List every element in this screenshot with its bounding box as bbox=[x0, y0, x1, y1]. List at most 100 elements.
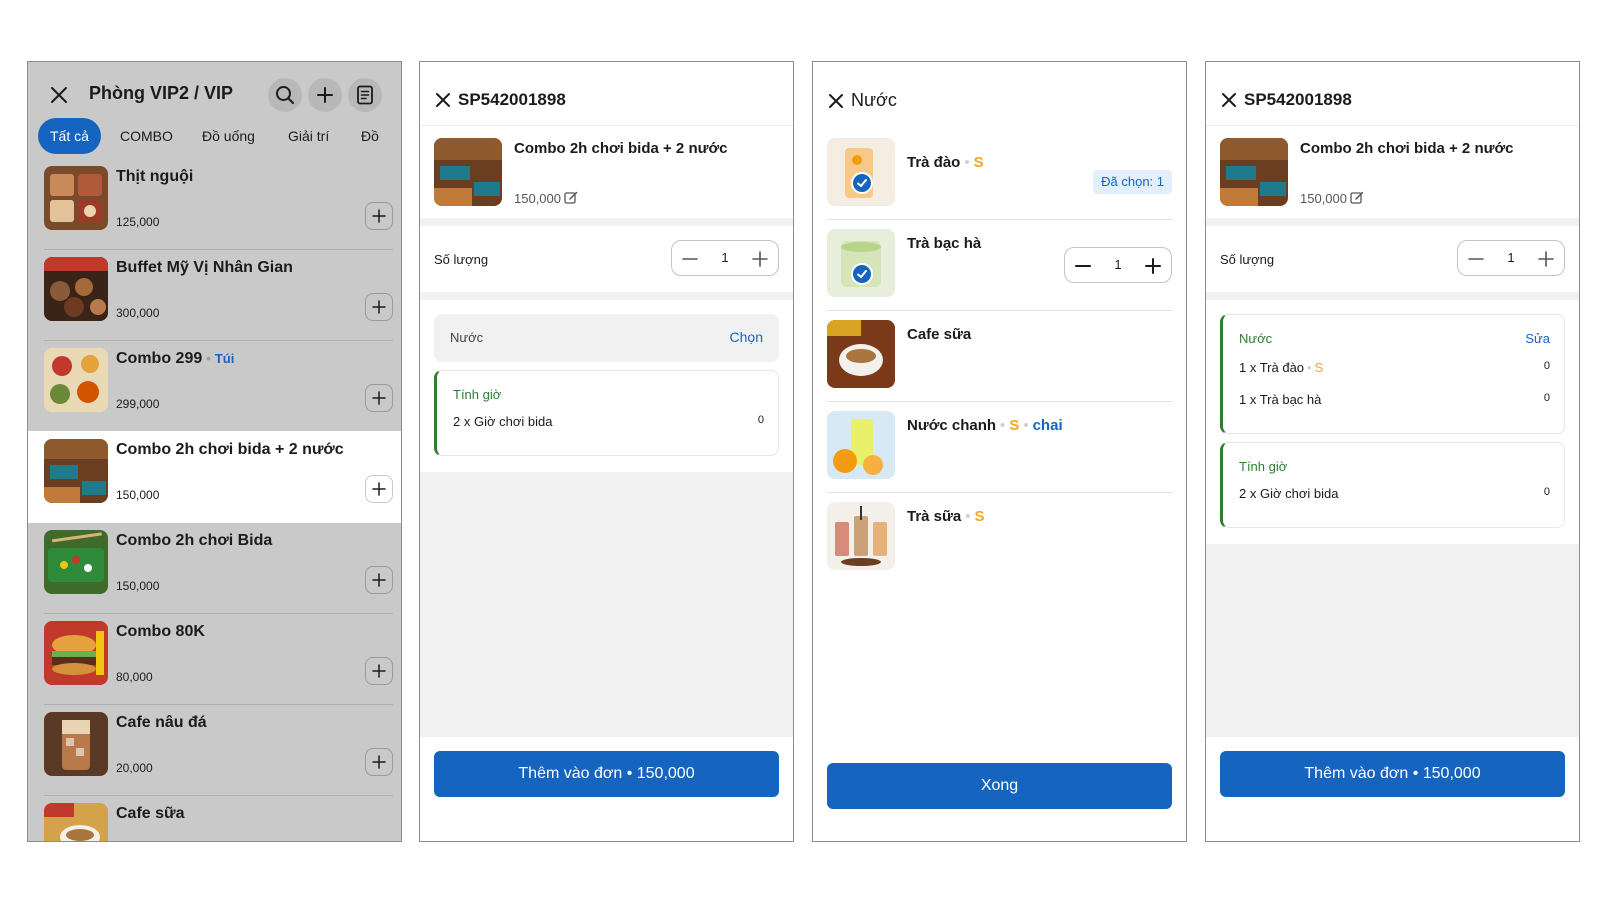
screen-combo-detail: SP542001898 Combo 2h chơi bida + 2 nước … bbox=[419, 61, 794, 842]
group-row: 2 x Giờ chơi bida 0 bbox=[1239, 486, 1550, 501]
group-title: Nước bbox=[450, 330, 484, 345]
product-item[interactable]: Cafe nâu đá 20,000 bbox=[28, 704, 401, 796]
product-price[interactable]: 150,000 bbox=[1300, 191, 1364, 206]
product-price: 80,000 bbox=[116, 670, 153, 684]
product-name: Combo 299 • Túi bbox=[116, 350, 235, 367]
product-name: Cafe nâu đá bbox=[116, 714, 207, 731]
product-name: Buffet Mỹ Vị Nhân Gian bbox=[116, 259, 293, 276]
product-code: SP542001898 bbox=[1244, 90, 1352, 109]
close-icon[interactable] bbox=[827, 92, 845, 110]
product-price: 150,000 bbox=[116, 488, 160, 502]
product-name: Cafe sữa bbox=[116, 805, 185, 822]
time-group-card: Tính giờ 2 x Giờ chơi bida 0 bbox=[434, 370, 779, 456]
product-price: 299,000 bbox=[116, 397, 160, 411]
add-item-button[interactable] bbox=[365, 202, 393, 230]
plus-icon[interactable] bbox=[750, 249, 770, 269]
drinks-title: Nước bbox=[851, 90, 897, 110]
product-item[interactable]: Combo 299 • Túi 299,000 bbox=[28, 340, 401, 432]
choose-button[interactable]: Chọn bbox=[730, 329, 763, 345]
product-item[interactable]: Thịt nguội 125,000 bbox=[28, 158, 401, 250]
screen-product-list: Phòng VIP2 / VIP Tất cả COMBO Đồ uống Gi… bbox=[27, 61, 402, 842]
close-icon[interactable] bbox=[48, 84, 70, 106]
drink-item[interactable]: Cafe sữa bbox=[813, 310, 1186, 402]
add-to-order-button[interactable]: Thêm vào đơn • 150,000 bbox=[1220, 751, 1565, 797]
drink-item[interactable]: Trà đào • S Đã chọn: 1 bbox=[813, 128, 1186, 220]
drinks-footer: Xong bbox=[813, 743, 1186, 841]
add-button[interactable] bbox=[308, 78, 342, 112]
plus-icon[interactable] bbox=[1536, 249, 1556, 269]
product-image bbox=[44, 803, 108, 841]
add-to-order-button[interactable]: Thêm vào đơn • 150,000 bbox=[434, 751, 779, 797]
section-gap bbox=[420, 292, 793, 300]
detail-footer: Thêm vào đơn • 150,000 bbox=[1206, 737, 1579, 841]
group-title: Tính giờ bbox=[453, 387, 502, 402]
row-value: 0 bbox=[1543, 392, 1550, 404]
add-item-button[interactable] bbox=[365, 293, 393, 321]
product-image bbox=[1220, 138, 1288, 206]
product-image bbox=[44, 166, 108, 230]
product-name: Combo 2h chơi bida + 2 nước bbox=[1300, 140, 1514, 157]
close-icon[interactable] bbox=[1220, 91, 1238, 109]
tab-food[interactable]: Đồ bbox=[361, 118, 379, 154]
drink-item[interactable]: Trà sữa • S bbox=[813, 492, 1186, 584]
plus-icon[interactable] bbox=[1143, 256, 1163, 276]
group-row: 1 x Trà bạc hà 0 bbox=[1239, 392, 1550, 407]
product-price: 300,000 bbox=[116, 306, 160, 320]
tab-drinks[interactable]: Đồ uống bbox=[202, 118, 255, 154]
done-button[interactable]: Xong bbox=[827, 763, 1172, 809]
product-price: 150,000 bbox=[116, 579, 160, 593]
add-item-button[interactable] bbox=[365, 657, 393, 685]
drink-name: Nước chanh • S • chai bbox=[907, 417, 1063, 434]
product-item[interactable]: Buffet Mỹ Vị Nhân Gian 300,000 bbox=[28, 249, 401, 341]
tab-entertainment[interactable]: Giải trí bbox=[288, 118, 329, 154]
plus-icon bbox=[372, 482, 386, 496]
product-code: SP542001898 bbox=[458, 90, 566, 109]
edit-button[interactable]: Sửa bbox=[1525, 331, 1550, 346]
edit-icon[interactable] bbox=[564, 191, 578, 205]
product-image bbox=[44, 712, 108, 776]
drink-name: Trà đào • S bbox=[907, 154, 984, 171]
product-summary: Combo 2h chơi bida + 2 nước 150,000 bbox=[1206, 126, 1579, 218]
combo-groups: Nước Sửa 1 x Trà đào • S 0 1 x Trà bạc hà … bbox=[1206, 300, 1579, 784]
add-item-button[interactable] bbox=[365, 384, 393, 412]
edit-icon[interactable] bbox=[1350, 191, 1364, 205]
section-gap bbox=[1206, 218, 1579, 226]
room-title: Phòng VIP2 / VIP bbox=[89, 83, 234, 103]
add-item-button[interactable] bbox=[365, 566, 393, 594]
drink-item[interactable]: Trà bạc hà 1 bbox=[813, 219, 1186, 311]
row-value: 0 bbox=[757, 414, 764, 426]
order-button[interactable] bbox=[348, 78, 382, 112]
drink-image bbox=[827, 502, 895, 570]
row-value: 0 bbox=[1543, 360, 1550, 372]
drink-item[interactable]: Nước chanh • S • chai bbox=[813, 401, 1186, 493]
plus-icon bbox=[372, 391, 386, 405]
close-icon[interactable] bbox=[434, 91, 452, 109]
add-item-button[interactable] bbox=[365, 748, 393, 776]
size-tag: S bbox=[1009, 417, 1020, 434]
tab-combo[interactable]: COMBO bbox=[120, 118, 173, 154]
product-item[interactable]: Combo 2h chơi bida + 2 nước 150,000 bbox=[28, 431, 401, 523]
product-image bbox=[44, 530, 108, 594]
product-item[interactable]: Combo 2h chơi Bida 150,000 bbox=[28, 522, 401, 614]
tab-all[interactable]: Tất cả bbox=[38, 118, 101, 154]
drink-group-header[interactable]: Nước Chọn bbox=[434, 314, 779, 362]
selected-badge: Đã chọn: 1 bbox=[1093, 170, 1172, 194]
product-name: Combo 80K bbox=[116, 623, 205, 640]
group-title: Tính giờ bbox=[1239, 459, 1288, 474]
product-item[interactable]: Combo 80K 80,000 bbox=[28, 613, 401, 705]
detail-footer: Thêm vào đơn • 150,000 bbox=[420, 737, 793, 841]
category-tabs: Tất cả COMBO Đồ uống Giải trí Đồ bbox=[38, 118, 398, 154]
add-item-button[interactable] bbox=[365, 475, 393, 503]
plus-icon bbox=[372, 755, 386, 769]
combo-groups: Nước Chọn Tính giờ 2 x Giờ chơi bida 0 bbox=[420, 300, 793, 784]
product-price: 125,000 bbox=[116, 215, 160, 229]
drink-name: Trà sữa • S bbox=[907, 508, 985, 525]
quantity-label: Số lượng bbox=[1220, 252, 1275, 267]
search-button[interactable] bbox=[268, 78, 302, 112]
product-price[interactable]: 150,000 bbox=[514, 191, 578, 206]
product-price: 20,000 bbox=[116, 761, 153, 775]
quantity-stepper: 1 bbox=[1457, 240, 1565, 276]
size-tag: S bbox=[973, 154, 984, 171]
drink-group-card: Nước Sửa 1 x Trà đào • S 0 1 x Trà bạc hà … bbox=[1220, 314, 1565, 434]
product-item[interactable]: Cafe sữa bbox=[28, 795, 401, 841]
